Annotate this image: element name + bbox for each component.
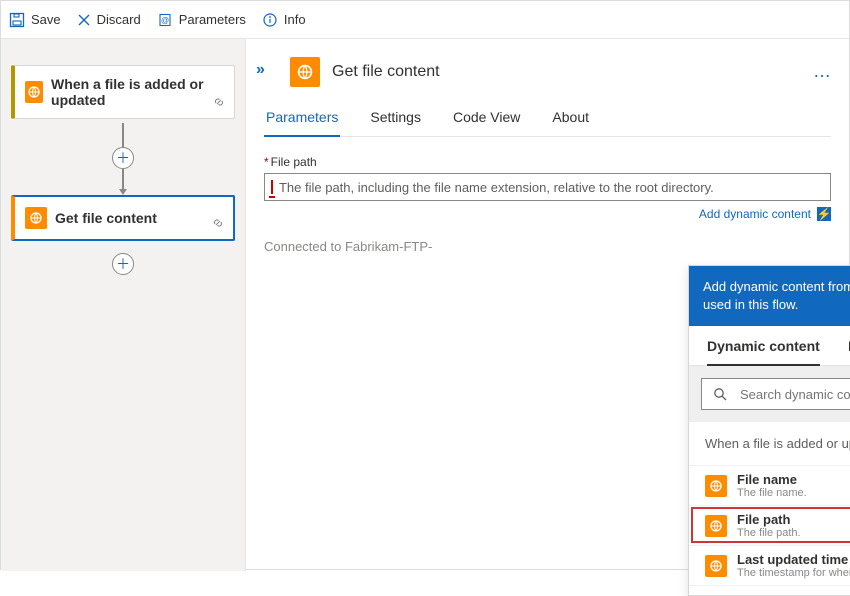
detail-tabs: Parameters Settings Code View About: [264, 109, 831, 137]
add-step-button[interactable]: ＋: [112, 253, 134, 275]
discard-label: Discard: [97, 12, 141, 27]
ftp-icon: [705, 515, 727, 537]
file-path-input-wrap[interactable]: [264, 173, 831, 201]
close-icon: [77, 13, 91, 27]
file-path-input[interactable]: [277, 179, 824, 196]
search-box[interactable]: [701, 378, 850, 410]
dynamic-item-last-updated[interactable]: Last updated time The timestamp for when…: [689, 545, 850, 585]
parameters-icon: @: [157, 12, 173, 28]
search-icon: [712, 386, 728, 402]
action-title: Get file content: [55, 210, 157, 226]
save-icon: [9, 12, 25, 28]
group-title: When a file is added or updated: [705, 436, 850, 451]
ftp-icon: [25, 207, 47, 229]
dynamic-content-popup: Add dynamic content from the apps and co…: [688, 265, 850, 596]
ftp-icon: [705, 475, 727, 497]
info-icon: [262, 12, 278, 28]
discard-button[interactable]: Discard: [77, 12, 141, 27]
connector-line: [122, 169, 124, 189]
link-icon: [211, 216, 225, 233]
detail-pane: » … Get file content Parameters Settings…: [246, 39, 849, 571]
save-label: Save: [31, 12, 61, 27]
item-label: File name: [737, 472, 807, 487]
cursor-indicator-icon: [271, 180, 273, 194]
tab-about[interactable]: About: [550, 109, 591, 136]
ftp-icon: [705, 555, 727, 577]
svg-text:@: @: [161, 16, 169, 25]
ftp-icon: [25, 81, 43, 103]
lightning-icon: ⚡: [817, 207, 831, 221]
top-toolbar: Save Discard @ Parameters Info: [1, 1, 849, 39]
tab-parameters[interactable]: Parameters: [264, 109, 340, 137]
ftp-icon: [290, 57, 320, 87]
parameters-label: Parameters: [179, 12, 246, 27]
action-card[interactable]: Get file content: [11, 195, 235, 241]
popup-header-text: Add dynamic content from the apps and co…: [703, 278, 850, 314]
trigger-card[interactable]: When a file is added or updated: [11, 65, 235, 119]
trigger-title: When a file is added or updated: [51, 76, 224, 108]
dynamic-item-file-name[interactable]: File name The file name.: [689, 465, 850, 505]
detail-title: Get file content: [332, 63, 440, 81]
add-dynamic-content-link[interactable]: Add dynamic content ⚡: [264, 207, 831, 221]
connector-line: [122, 123, 124, 149]
item-label: Last updated time: [737, 552, 850, 567]
required-indicator: *: [264, 155, 269, 169]
link-icon: [212, 95, 226, 112]
search-input[interactable]: [738, 386, 850, 403]
field-label-file-path: *File path: [264, 155, 831, 169]
connected-to-text: Connected to Fabrikam-FTP-: [264, 239, 831, 254]
item-desc: The file path.: [737, 527, 801, 539]
tab-dynamic-content[interactable]: Dynamic content: [707, 338, 820, 366]
tab-settings[interactable]: Settings: [368, 109, 423, 136]
add-step-button[interactable]: ＋: [112, 147, 134, 169]
dynamic-item-file-path[interactable]: File path The file path.: [689, 505, 850, 545]
item-label: File path: [737, 512, 801, 527]
designer-canvas: When a file is added or updated ＋ Get fi…: [1, 39, 246, 571]
save-button[interactable]: Save: [9, 12, 61, 28]
parameters-button[interactable]: @ Parameters: [157, 12, 246, 28]
item-desc: The timestamp for when the file was last…: [737, 567, 850, 579]
more-menu-button[interactable]: …: [813, 61, 833, 82]
collapse-toggle[interactable]: »: [256, 61, 265, 79]
info-label: Info: [284, 12, 306, 27]
tab-code-view[interactable]: Code View: [451, 109, 522, 136]
item-desc: The file name.: [737, 487, 807, 499]
info-button[interactable]: Info: [262, 12, 306, 28]
